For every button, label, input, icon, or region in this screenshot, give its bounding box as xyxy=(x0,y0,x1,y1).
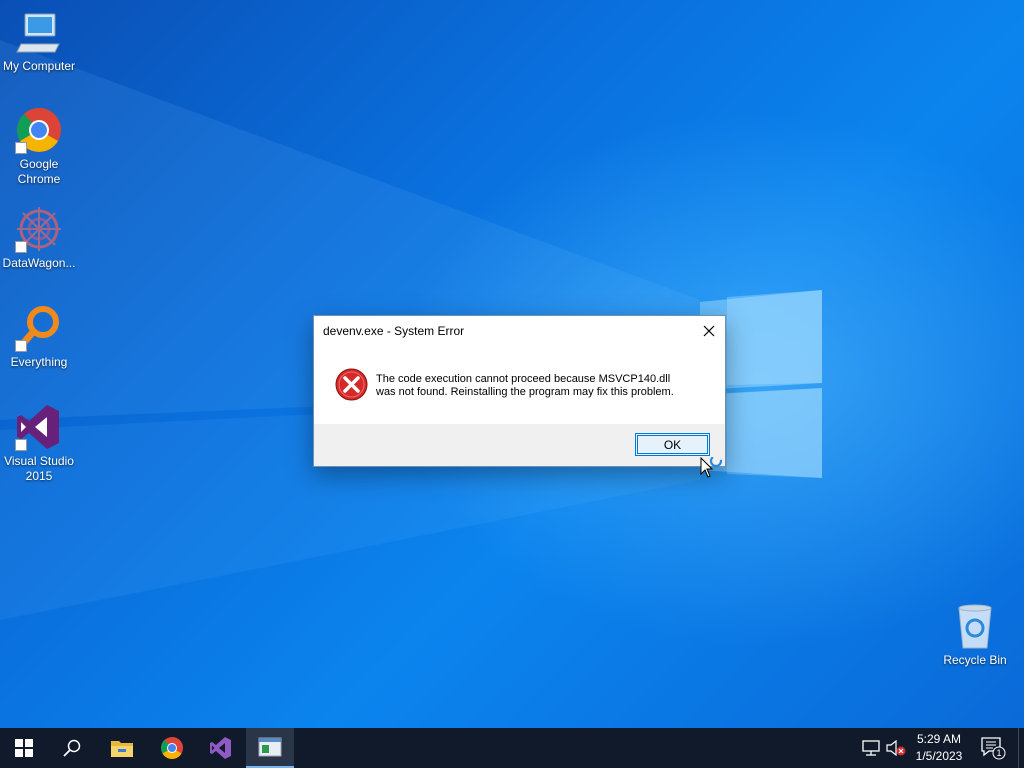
file-explorer-icon xyxy=(111,741,133,757)
action-center-button[interactable]: 1 xyxy=(980,736,1006,760)
clock-date: 1/5/2023 xyxy=(915,749,963,763)
desktop-icon-google-chrome[interactable]: Google Chrome xyxy=(0,106,78,187)
desktop-icon-recycle-bin[interactable]: Recycle Bin xyxy=(936,602,1014,668)
dialog-footer: OK xyxy=(314,424,725,466)
desktop-icon-label: My Computer xyxy=(2,59,76,73)
network-icon[interactable] xyxy=(862,740,880,756)
taskbar-search-button[interactable] xyxy=(48,728,96,768)
dialog-message: The code execution cannot proceed becaus… xyxy=(376,373,716,399)
show-desktop-button[interactable] xyxy=(1018,728,1024,768)
desktop-icon-label: Recycle Bin xyxy=(943,653,1007,667)
desktop-icon-label: Google Chrome xyxy=(17,157,61,186)
app-window-icon xyxy=(258,737,282,757)
computer-icon xyxy=(15,8,63,56)
taskbar-active-app[interactable] xyxy=(246,728,294,768)
start-button[interactable] xyxy=(0,728,48,768)
error-icon xyxy=(335,368,368,401)
taskbar-visual-studio[interactable] xyxy=(197,728,245,768)
clock-time: 5:29 AM xyxy=(916,732,962,746)
taskbar-chrome[interactable] xyxy=(148,728,196,768)
desktop-icon-datawagon[interactable]: DataWagon... xyxy=(0,205,78,271)
dialog-title: devenv.exe - System Error xyxy=(323,324,465,338)
shortcut-arrow-icon xyxy=(15,340,27,352)
notification-icon xyxy=(981,737,1006,760)
desktop-icon-everything[interactable]: Everything xyxy=(0,304,78,370)
desktop-icon-my-computer[interactable]: My Computer xyxy=(0,8,78,74)
chrome-icon xyxy=(15,106,63,154)
visual-studio-icon xyxy=(15,403,63,451)
dialog-message-line: was not found. Reinstalling the program … xyxy=(376,386,674,398)
close-icon xyxy=(703,325,715,337)
desktop-icon-label: Visual Studio 2015 xyxy=(4,454,74,483)
start-icon xyxy=(15,739,33,757)
ok-button[interactable]: OK xyxy=(635,433,710,456)
search-icon xyxy=(63,739,81,757)
taskbar-file-explorer[interactable] xyxy=(98,728,146,768)
desktop[interactable]: My Computer Google Chrome DataWagon... E… xyxy=(0,0,1024,728)
mouse-cursor-busy-icon xyxy=(700,457,723,478)
taskbar: 5:29 AM 1/5/2023 1 xyxy=(0,728,1024,768)
recycle-bin-icon xyxy=(951,602,999,650)
shortcut-arrow-icon xyxy=(15,142,27,154)
desktop-icon-label: DataWagon... xyxy=(2,256,76,270)
shortcut-arrow-icon xyxy=(15,241,27,253)
everything-search-icon xyxy=(15,304,63,352)
desktop-icon-visual-studio[interactable]: Visual Studio 2015 xyxy=(0,403,78,484)
desktop-icon-label: Everything xyxy=(10,355,68,369)
visual-studio-icon xyxy=(210,737,231,759)
dialog-message-line: The code execution cannot proceed becaus… xyxy=(376,373,671,385)
system-error-dialog[interactable]: devenv.exe - System Error The code execu… xyxy=(313,315,726,467)
chrome-icon xyxy=(161,737,183,759)
dialog-close-button[interactable] xyxy=(693,316,725,346)
shortcut-arrow-icon xyxy=(15,439,27,451)
volume-muted-icon[interactable] xyxy=(886,740,906,756)
datawagon-icon xyxy=(15,205,63,253)
notification-count-badge: 1 xyxy=(996,748,1002,758)
taskbar-clock[interactable]: 5:29 AM 1/5/2023 xyxy=(912,731,966,765)
